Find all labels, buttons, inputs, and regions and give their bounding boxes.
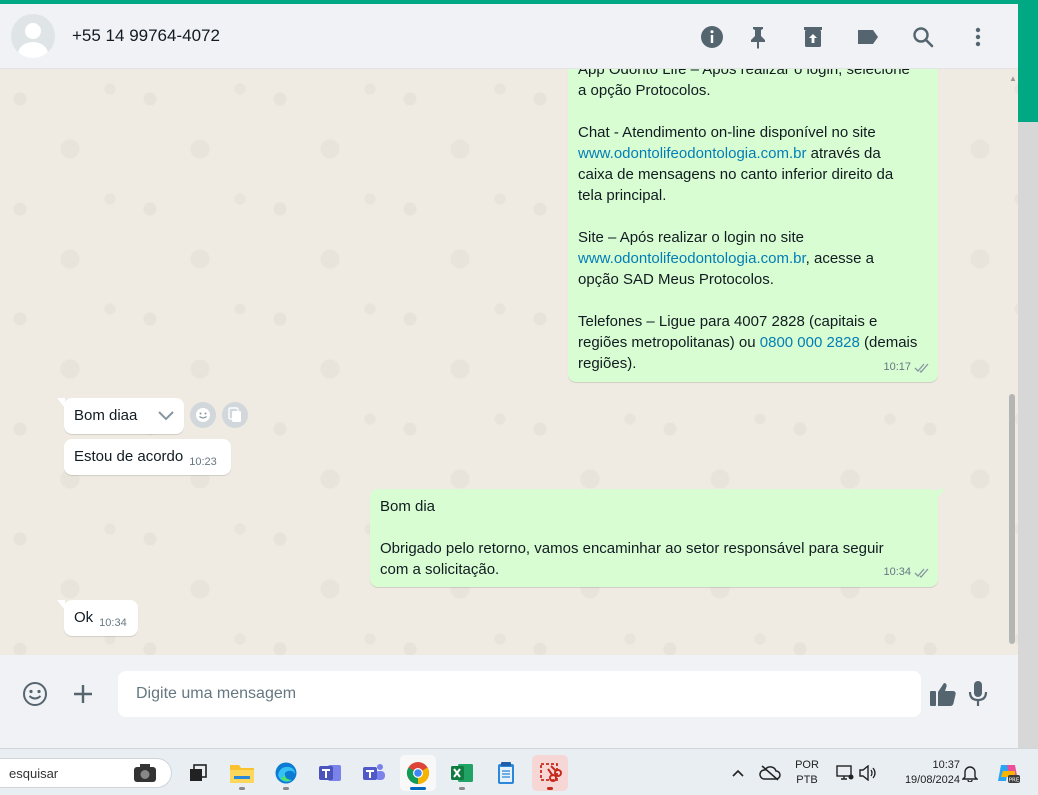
archive-icon[interactable] (800, 24, 826, 50)
clock[interactable]: 10:37 19/08/2024 (888, 758, 960, 788)
chevron-down-icon[interactable] (154, 404, 178, 428)
message-text: Bom dia (380, 498, 436, 515)
onedrive-offline-icon[interactable] (752, 755, 788, 791)
site-link[interactable]: www.odontolifeodontologia.com.br (578, 145, 806, 162)
svg-text:PRE: PRE (1009, 778, 1020, 784)
message-text: regiões). (578, 355, 637, 372)
volume-icon[interactable] (856, 755, 880, 791)
double-check-icon (914, 568, 929, 578)
message-text: Obrigado pelo retorno, vamos encaminhar … (380, 540, 884, 557)
label-icon[interactable] (855, 24, 881, 50)
chrome-icon[interactable] (400, 755, 436, 791)
taskbar-search-text: esquisar (9, 765, 59, 781)
message-text: Bom diaa (74, 407, 138, 424)
composer-bar (0, 655, 1018, 748)
message-text: caixa de mensagens no canto inferior dir… (578, 166, 894, 183)
message-text: Ok (74, 609, 94, 626)
notification-bell-icon[interactable] (956, 755, 984, 791)
tray-chevron-up-icon[interactable] (720, 755, 756, 791)
emoji-reaction-icon[interactable] (190, 402, 216, 428)
message-text: App Odonto Life – Após realizar o login,… (578, 69, 910, 78)
scroll-up-arrow[interactable]: ▲ (1009, 74, 1017, 83)
message-text: Estou de acordo (74, 448, 184, 465)
teams-icon[interactable] (356, 755, 392, 791)
camera-icon[interactable] (132, 762, 158, 784)
microphone-icon[interactable] (963, 679, 993, 709)
whatsapp-window: +55 14 99764-4072 ▲ App Odonto Life – Ap… (0, 4, 1018, 748)
task-view-icon[interactable] (180, 755, 216, 791)
outgoing-message[interactable]: Bom dia Obrigado pelo retorno, vamos enc… (370, 489, 945, 587)
message-text: Chat - Atendimento on-line disponível no… (578, 124, 876, 141)
snipping-tool-icon[interactable] (532, 755, 568, 791)
message-list[interactable]: ▲ App Odonto Life – Após realizar o logi… (0, 69, 1018, 655)
default-avatar-icon (18, 23, 48, 58)
message-text: Site – Após realizar o login no site (578, 229, 804, 246)
message-text: tela principal. (578, 187, 667, 204)
file-explorer-icon[interactable] (224, 755, 260, 791)
language-indicator[interactable]: POR PTB (790, 758, 824, 788)
message-meta: 10:34 (883, 562, 930, 583)
incoming-message[interactable]: Estou de acordo 10:23 (64, 439, 231, 475)
phone-link[interactable]: 0800 000 2828 (760, 334, 860, 351)
network-icon[interactable] (834, 755, 856, 791)
message-meta: 10:17 (883, 357, 930, 378)
incoming-message[interactable]: Bom diaa (57, 398, 184, 434)
copilot-icon[interactable]: PRE (990, 755, 1026, 791)
background-window-accent (1018, 0, 1038, 122)
message-text: Telefones – Ligue para 4007 2828 (capita… (578, 313, 878, 330)
message-text: opção SAD Meus Protocolos. (578, 271, 774, 288)
double-check-icon (914, 363, 929, 373)
message-time: 10:23 (189, 456, 217, 468)
thumbs-up-icon[interactable] (928, 679, 958, 709)
pin-icon[interactable] (745, 24, 771, 50)
message-input[interactable] (118, 671, 921, 717)
emoji-icon[interactable] (20, 679, 50, 709)
message-time: 10:34 (99, 617, 127, 629)
excel-icon[interactable] (444, 755, 480, 791)
copy-icon[interactable] (222, 402, 248, 428)
incoming-message[interactable]: Ok 10:34 (57, 600, 138, 636)
site-link[interactable]: www.odontolifeodontologia.com.br (578, 250, 806, 267)
menu-icon[interactable] (965, 24, 991, 50)
windows-taskbar: esquisar POR PTB 10:37 19/08/2024 PRE (0, 748, 1038, 795)
attach-plus-icon[interactable] (68, 679, 98, 709)
chat-header: +55 14 99764-4072 (0, 4, 1018, 69)
message-text: a opção Protocolos. (578, 82, 711, 99)
contact-avatar[interactable] (11, 14, 55, 58)
message-time: 10:34 (883, 566, 911, 578)
outgoing-message[interactable]: App Odonto Life – Após realizar o login,… (568, 69, 938, 382)
search-icon[interactable] (910, 24, 936, 50)
edge-icon[interactable] (268, 755, 304, 791)
scrollbar-thumb[interactable] (1009, 394, 1015, 644)
notepad-icon[interactable] (488, 755, 524, 791)
message-text: com a solicitação. (380, 561, 500, 578)
message-time: 10:17 (883, 361, 911, 373)
contact-name[interactable]: +55 14 99764-4072 (72, 26, 220, 46)
info-icon[interactable] (699, 24, 725, 50)
teams-classic-icon[interactable] (312, 755, 348, 791)
